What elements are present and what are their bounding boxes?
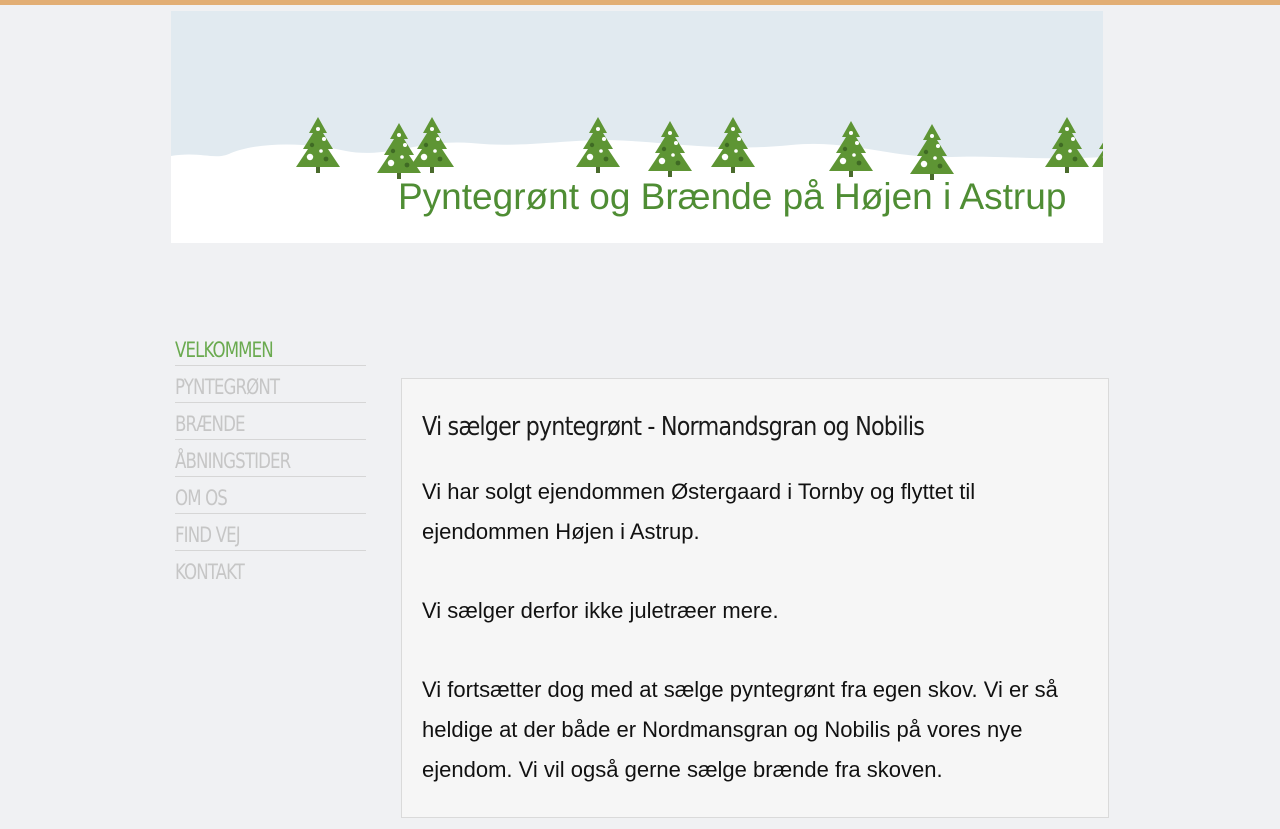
nav-item-label[interactable]: BRÆNDE: [175, 409, 245, 439]
nav-item-om-os[interactable]: OM OS: [175, 477, 366, 514]
nav-item-label[interactable]: KONTAKT: [175, 557, 244, 587]
main-nav: VELKOMMEN PYNTEGRØNT BRÆNDE ÅBNINGSTIDER…: [175, 329, 366, 587]
nav-item-label[interactable]: OM OS: [175, 483, 227, 513]
paragraph: Vi sælger derfor ikke juletræer mere.: [422, 591, 1082, 631]
nav-item-pyntegront[interactable]: PYNTEGRØNT: [175, 366, 366, 403]
nav-item-label[interactable]: ÅBNINGSTIDER: [175, 446, 290, 476]
site-title[interactable]: Pyntegrønt og Brænde på Højen i Astrup: [398, 175, 1066, 219]
nav-item-abningstider[interactable]: ÅBNINGSTIDER: [175, 440, 366, 477]
top-accent-stripe: [0, 0, 1280, 5]
header-banner: Pyntegrønt og Brænde på Højen i Astrup: [171, 11, 1103, 243]
nav-item-find-vej[interactable]: FIND VEJ: [175, 514, 366, 551]
paragraph: Vi har solgt ejendommen Østergaard i Tor…: [422, 472, 1082, 552]
nav-item-label[interactable]: VELKOMMEN: [175, 335, 273, 365]
nav-item-velkommen[interactable]: VELKOMMEN: [175, 329, 366, 366]
content-body: Vi har solgt ejendommen Østergaard i Tor…: [422, 472, 1082, 829]
nav-item-label[interactable]: PYNTEGRØNT: [175, 372, 279, 402]
nav-item-label[interactable]: FIND VEJ: [175, 520, 240, 550]
content-heading: Vi sælger pyntegrønt - Normandsgran og N…: [422, 407, 924, 447]
main-content: Vi sælger pyntegrønt - Normandsgran og N…: [401, 378, 1109, 818]
nav-item-braende[interactable]: BRÆNDE: [175, 403, 366, 440]
nav-item-kontakt[interactable]: KONTAKT: [175, 551, 366, 587]
paragraph: Vi fortsætter dog med at sælge pyntegrøn…: [422, 670, 1082, 790]
